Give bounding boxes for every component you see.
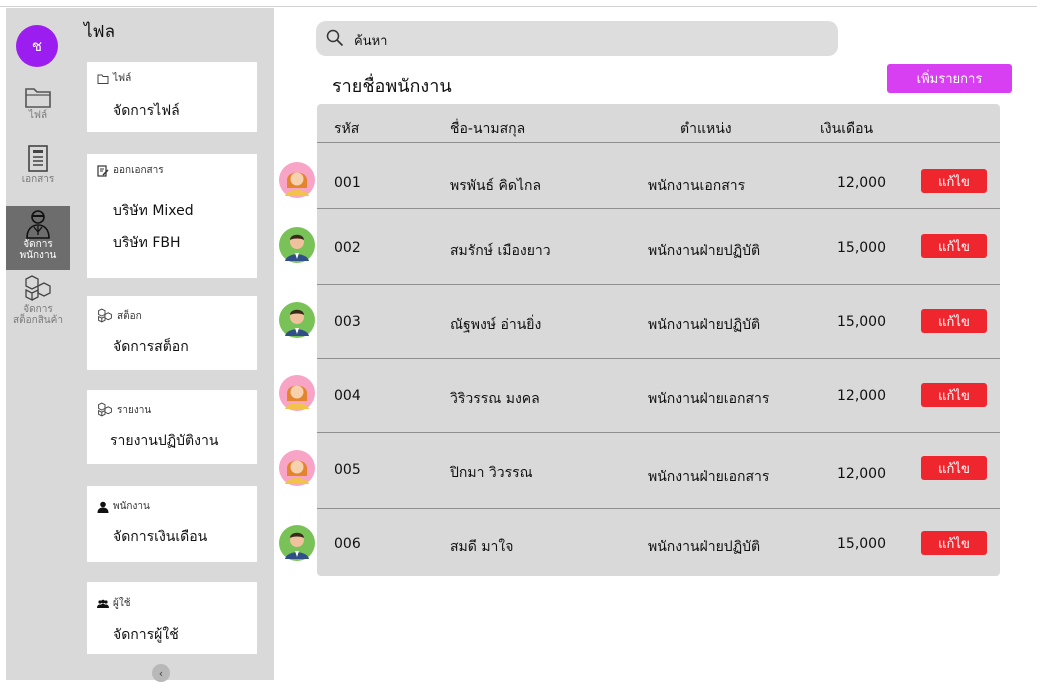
folder-icon	[25, 88, 51, 108]
user-avatar[interactable]: ช	[16, 25, 58, 67]
edit-button[interactable]: แก้ไข	[921, 234, 987, 258]
cell-salary: 12,000	[837, 466, 886, 482]
menu-card-header: สต็อก	[97, 308, 142, 324]
search-input[interactable]: ค้นหา	[354, 30, 387, 51]
male-avatar-icon	[279, 525, 315, 561]
rail-label: ไฟล์	[28, 110, 48, 121]
row-divider	[317, 142, 1000, 143]
rail-label: เอกสาร	[21, 174, 55, 185]
rail-label: จัดการ	[23, 304, 53, 315]
cell-name: ปิกมา วิวรรณ	[450, 465, 533, 481]
page-title: รายชื่อพนักงาน	[332, 76, 452, 97]
cell-position: พนักงานฝ่ายปฏิบัติ	[648, 539, 761, 555]
male-avatar-icon	[279, 227, 315, 263]
collapse-menu-button[interactable]: ‹	[152, 664, 170, 682]
cell-id: 001	[334, 175, 361, 191]
cell-name: วิริวรรณ มงคล	[450, 391, 540, 407]
boxes-icon	[98, 402, 112, 417]
menu-card-header: พนักงาน	[97, 499, 150, 514]
menu-item-company-mixed[interactable]: บริษัท Mixed	[113, 200, 194, 222]
person-icon	[97, 501, 109, 513]
female-avatar-icon	[279, 162, 315, 198]
cell-position: พนักงานฝ่ายปฏิบัติ	[648, 317, 761, 333]
cell-position: พนักงานฝ่ายเอกสาร	[648, 391, 770, 407]
menu-title: ไฟล	[84, 22, 116, 42]
menu-item-manage-users[interactable]: จัดการผู้ใช้	[113, 624, 179, 646]
cell-salary: 12,000	[837, 175, 886, 191]
search-icon	[326, 29, 344, 47]
row-divider	[317, 508, 1000, 509]
rail-label: พนักงาน	[19, 250, 57, 261]
folder-icon	[97, 74, 109, 84]
cell-name: ณัฐพงษ์ อ่านยิ่ง	[450, 317, 542, 333]
row-divider	[317, 432, 1000, 433]
female-avatar-icon	[279, 450, 315, 486]
employee-icon	[26, 210, 50, 239]
menu-item-manage-files[interactable]: จัดการไฟล์	[113, 100, 180, 122]
menu-card-header: ผู้ใช้	[97, 596, 131, 611]
cell-salary: 12,000	[837, 388, 886, 404]
row-divider	[317, 284, 1000, 285]
cell-name: พรพันธ์ คิดไกล	[450, 178, 542, 194]
cell-name: สมดี มาใจ	[450, 539, 514, 555]
cell-position: พนักงานฝ่ายปฏิบัติ	[648, 243, 761, 259]
edit-button[interactable]: แก้ไข	[921, 169, 987, 193]
row-divider	[317, 358, 1000, 359]
male-avatar-icon	[279, 302, 315, 338]
cell-name: สมรักษ์ เมืองยาว	[450, 243, 551, 259]
menu-item-work-report[interactable]: รายงานปฏิบัติงาน	[110, 430, 218, 452]
menu-card-header: ออกเอกสาร	[97, 163, 164, 178]
female-avatar-icon	[279, 375, 315, 411]
menu-card-header: ไฟล์	[97, 71, 131, 86]
column-header-id: รหัส	[334, 121, 360, 137]
cell-id: 004	[334, 388, 361, 404]
rail-item-documents[interactable]: เอกสาร	[6, 144, 70, 196]
cell-id: 003	[334, 314, 361, 330]
add-item-button[interactable]: เพิ่มรายการ	[887, 64, 1012, 93]
chevron-left-icon: ‹	[158, 666, 164, 680]
group-icon	[97, 599, 109, 608]
menu-item-company-fbh[interactable]: บริษัท FBH	[113, 232, 181, 254]
menu-item-manage-salary[interactable]: จัดการเงินเดือน	[113, 526, 207, 548]
menu-card-files: ไฟล์ จัดการไฟล์	[87, 62, 257, 132]
row-divider	[317, 208, 1000, 209]
rail-item-employees[interactable]: จัดการ พนักงาน	[6, 206, 70, 270]
boxes-icon	[98, 308, 112, 323]
edit-button[interactable]: แก้ไข	[921, 309, 987, 333]
rail-label: จัดการ	[23, 239, 53, 250]
rail-item-files[interactable]: ไฟล์	[6, 84, 70, 130]
cell-salary: 15,000	[837, 536, 886, 552]
search-bar[interactable]: ค้นหา	[316, 21, 838, 56]
menu-card-stock: สต็อก จัดการสต็อก	[87, 296, 257, 370]
menu-card-employees: พนักงาน จัดการเงินเดือน	[87, 486, 257, 562]
rail-item-stock[interactable]: จัดการ สต็อกสินค้า	[6, 274, 70, 334]
column-header-salary: เงินเดือน	[820, 121, 874, 137]
icon-rail: ช ไฟล์ เอกสาร จัดการ พนักงาน จัดการ สต็อ…	[6, 8, 70, 680]
cell-position: พนักงานเอกสาร	[648, 178, 746, 194]
cell-salary: 15,000	[837, 240, 886, 256]
edit-button[interactable]: แก้ไข	[921, 531, 987, 555]
document-icon	[28, 145, 48, 172]
edit-button[interactable]: แก้ไข	[921, 383, 987, 407]
edit-document-icon	[97, 164, 109, 177]
menu-card-users: ผู้ใช้ จัดการผู้ใช้	[87, 582, 257, 654]
column-header-position: ตำแหน่ง	[680, 121, 732, 137]
top-divider	[0, 6, 1037, 7]
column-header-name: ชื่อ-นามสกุล	[450, 121, 526, 137]
edit-button[interactable]: แก้ไข	[921, 456, 987, 480]
menu-item-manage-stock[interactable]: จัดการสต็อก	[113, 336, 189, 358]
boxes-icon	[25, 275, 51, 302]
menu-panel: ไฟล ไฟล์ จัดการไฟล์ ออกเอกสาร บริษัท Mix…	[70, 8, 274, 682]
menu-card-header: รายงาน	[97, 402, 151, 418]
rail-label: สต็อกสินค้า	[13, 315, 63, 326]
menu-card-documents: ออกเอกสาร บริษัท Mixed บริษัท FBH	[87, 154, 257, 278]
menu-card-reports: รายงาน รายงานปฏิบัติงาน	[87, 390, 257, 464]
cell-position: พนักงานฝ่ายเอกสาร	[648, 469, 770, 485]
cell-id: 002	[334, 240, 361, 256]
cell-id: 006	[334, 536, 361, 552]
cell-id: 005	[334, 462, 361, 478]
cell-salary: 15,000	[837, 314, 886, 330]
